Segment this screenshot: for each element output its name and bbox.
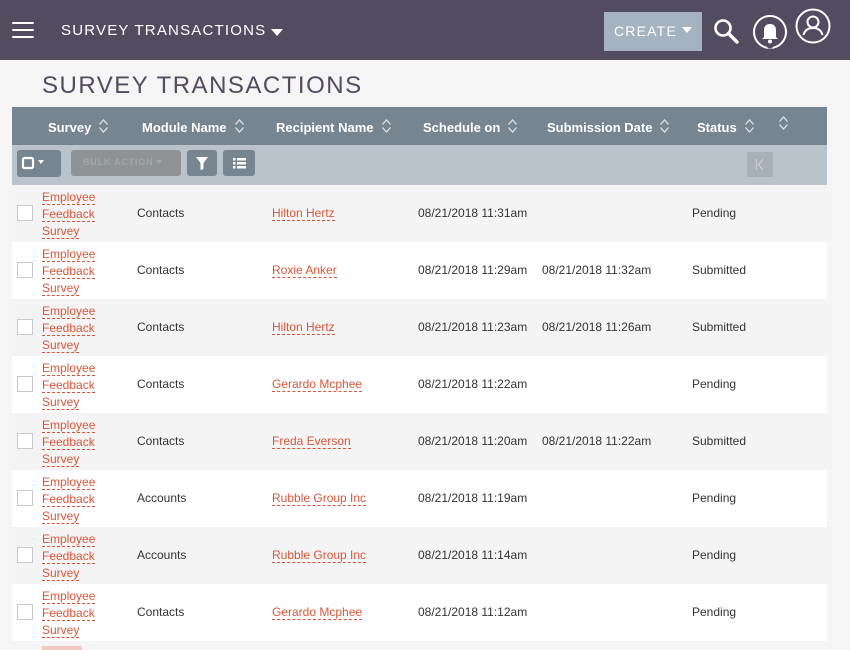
survey-link[interactable]: Employee Feedback Survey [42,531,102,582]
status-cell: Submitted [692,434,747,448]
table-row: Employee Feedback Survey Contacts Hilton… [12,185,827,242]
table-row: Employee Feedback Survey Contacts Freda … [12,413,827,470]
column-header-recipient-name[interactable]: Recipient Name [276,118,392,135]
column-header-schedule-on[interactable]: Schedule on [423,118,518,135]
module-name-cell: Contacts [137,206,185,220]
column-header-survey[interactable]: Survey [48,118,109,135]
recipient-link[interactable]: Hilton Hertz [272,320,335,335]
submission-date-cell: 08/21/2018 11:22am [542,434,652,448]
survey-link[interactable]: Employee Feedback Survey [42,474,102,525]
recipient-link[interactable]: Rubble Group Inc [272,491,367,506]
sort-icon [507,118,518,134]
status-cell: Submitted [692,320,747,334]
row-checkbox[interactable] [17,604,33,620]
row-checkbox[interactable] [17,319,33,335]
column-header-submission-date[interactable]: Submission Date [547,118,670,135]
survey-link[interactable]: Employee Feedback Survey [42,303,102,354]
survey-link[interactable]: Employee Feedback Survey [42,417,102,468]
row-checkbox[interactable] [17,490,33,506]
row-checkbox[interactable] [17,376,33,392]
table-row: Employee Feedback Survey Accounts Rubble… [12,470,827,527]
schedule-on-cell: 08/21/2018 11:23am [418,320,528,334]
row-checkbox[interactable] [17,205,33,221]
partial-row-link [42,646,82,650]
table-header: Survey Module Name Recipient Name Schedu… [12,107,827,145]
status-cell: Pending [692,491,737,505]
sort-icon [234,118,245,134]
recipient-link[interactable]: Hilton Hertz [272,206,335,221]
row-checkbox[interactable] [17,547,33,563]
pagination-first-button[interactable] [747,152,773,177]
row-checkbox[interactable] [17,262,33,278]
module-menu-dropdown[interactable]: SURVEY TRANSACTIONS [61,22,284,39]
table-row: Employee Feedback Survey Contacts Gerard… [12,584,827,641]
bulk-action-button[interactable]: BULK ACTION [71,150,181,176]
row-checkbox[interactable] [17,433,33,449]
column-chooser-button[interactable] [223,150,255,176]
schedule-on-cell: 08/21/2018 11:20am [418,434,528,448]
user-icon[interactable] [795,8,831,44]
module-name-cell: Contacts [137,263,185,277]
status-cell: Submitted [692,263,747,277]
sort-icon [659,118,670,134]
list-columns-icon [233,158,246,169]
module-name-cell: Contacts [137,320,185,334]
module-title-label: SURVEY TRANSACTIONS [61,22,267,39]
status-cell: Pending [692,206,737,220]
recipient-link[interactable]: Gerardo Mcphee [272,377,363,392]
list-toolbar: BULK ACTION [12,145,827,185]
select-all-dropdown[interactable] [17,150,61,177]
menu-icon[interactable] [12,22,34,38]
table-row: Employee Feedback Survey Contacts Gerard… [12,356,827,413]
survey-link[interactable]: Employee Feedback Survey [42,588,102,639]
sort-icon[interactable] [778,115,789,131]
sort-icon [98,118,109,134]
table-row: Employee Feedback Survey Accounts Rubble… [12,527,827,584]
column-header-module-name[interactable]: Module Name [142,118,245,135]
page-title: SURVEY TRANSACTIONS [42,72,363,99]
filter-icon [196,157,208,170]
status-cell: Pending [692,377,737,391]
submission-date-cell: 08/21/2018 11:26am [542,320,652,334]
schedule-on-cell: 08/21/2018 11:19am [418,491,528,505]
column-header-status[interactable]: Status [697,118,755,135]
module-name-cell: Contacts [137,377,185,391]
bell-icon[interactable] [752,12,788,52]
create-button[interactable]: CREATE [604,12,702,51]
survey-link[interactable]: Employee Feedback Survey [42,246,102,297]
module-name-cell: Accounts [137,548,187,562]
recipient-link[interactable]: Rubble Group Inc [272,548,367,563]
sort-icon [381,118,392,134]
module-name-cell: Contacts [137,434,185,448]
module-name-cell: Contacts [137,605,185,619]
recipient-link[interactable]: Roxie Anker [272,263,337,278]
schedule-on-cell: 08/21/2018 11:29am [418,263,528,277]
recipient-link[interactable]: Gerardo Mcphee [272,605,363,620]
status-cell: Pending [692,605,737,619]
select-checkbox-icon [21,156,44,170]
status-cell: Pending [692,548,737,562]
create-button-label: CREATE [614,23,677,39]
recipient-link[interactable]: Freda Everson [272,434,351,449]
survey-link[interactable]: Employee Feedback Survey [42,360,102,411]
schedule-on-cell: 08/21/2018 11:22am [418,377,528,391]
module-name-cell: Accounts [137,491,187,505]
schedule-on-cell: 08/21/2018 11:14am [418,548,528,562]
top-navbar: SURVEY TRANSACTIONS CREATE [0,0,850,60]
filter-button[interactable] [187,150,217,176]
search-icon[interactable] [712,17,740,45]
sort-icon [744,118,755,134]
survey-link[interactable]: Employee Feedback Survey [42,189,102,240]
chevron-down-icon [271,29,284,36]
schedule-on-cell: 08/21/2018 11:12am [418,605,528,619]
table-row: Employee Feedback Survey Contacts Hilton… [12,299,827,356]
caret-down-icon [682,27,692,33]
caret-down-icon [156,160,163,164]
first-page-icon [755,158,764,171]
table-row: Employee Feedback Survey Contacts Roxie … [12,242,827,299]
schedule-on-cell: 08/21/2018 11:31am [418,206,528,220]
submission-date-cell: 08/21/2018 11:32am [542,263,652,277]
